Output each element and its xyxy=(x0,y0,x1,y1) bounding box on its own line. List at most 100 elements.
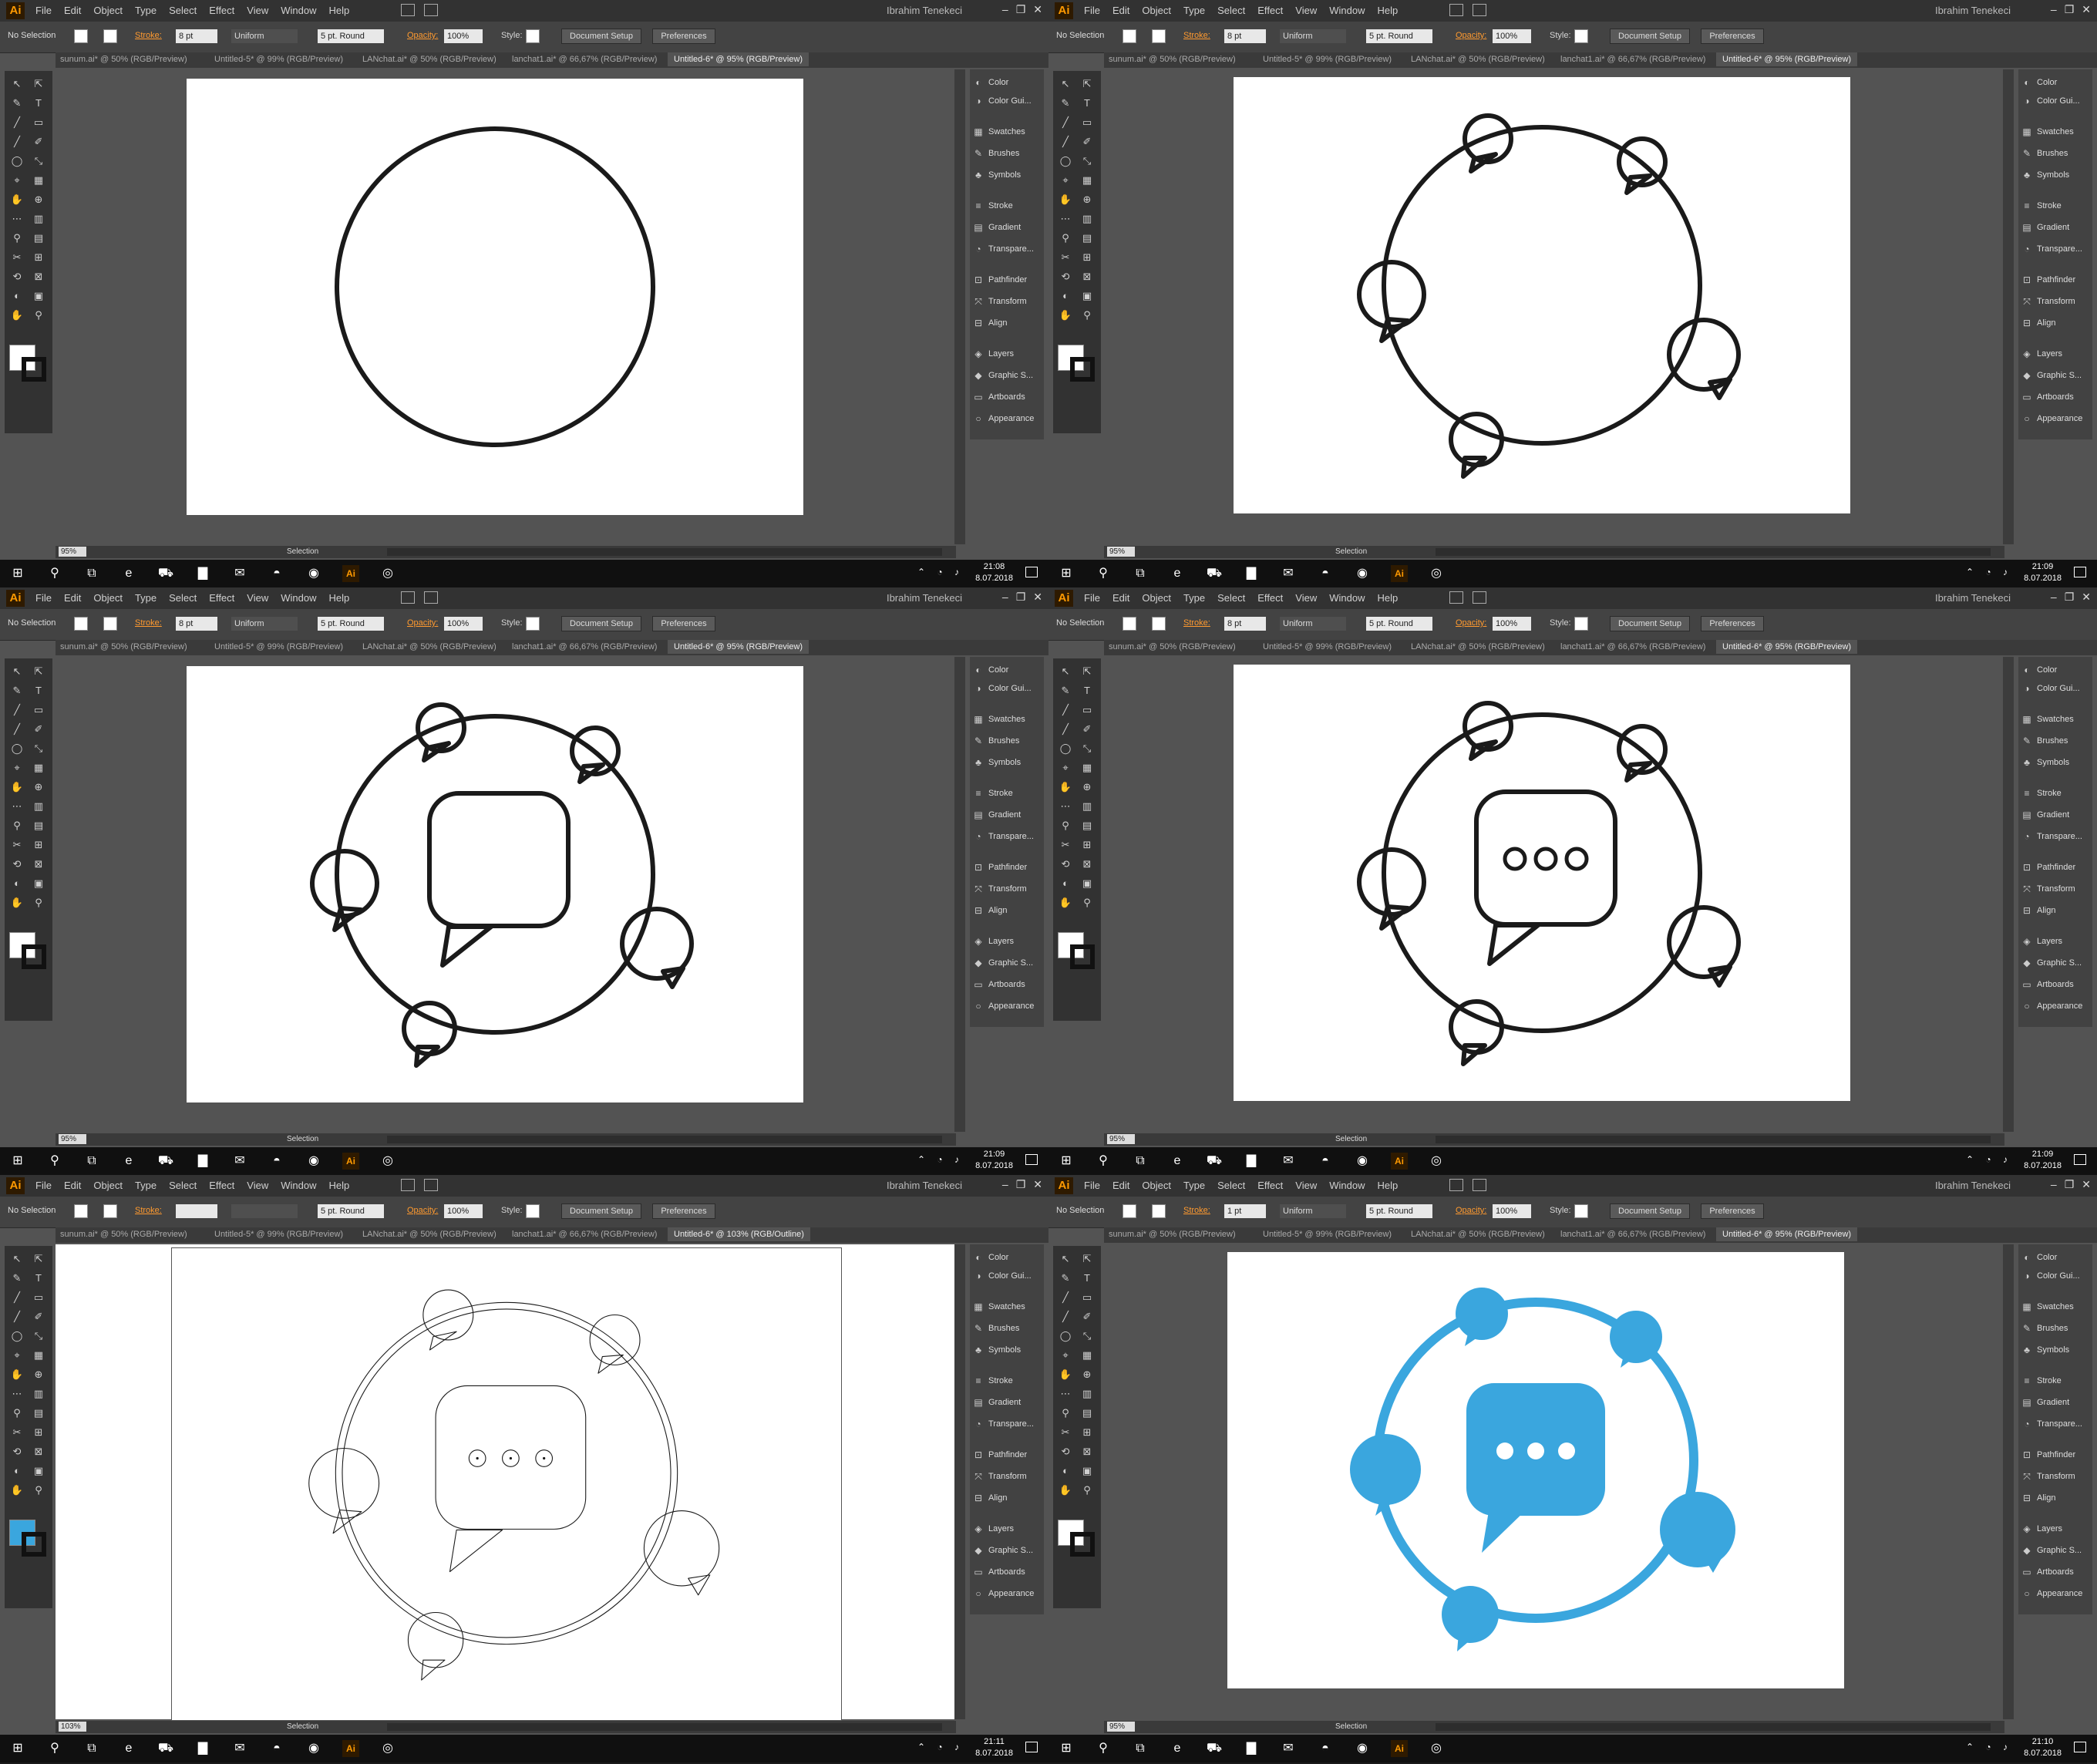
graphic-style-swatch[interactable] xyxy=(526,617,540,631)
tool-icon[interactable]: ⤡ xyxy=(1079,1329,1095,1343)
dock-stroke[interactable]: ≡ Stroke xyxy=(973,785,1041,802)
taskbar-app-icon[interactable]: e xyxy=(120,1740,137,1757)
menu-view[interactable]: View xyxy=(1295,1180,1317,1191)
user-name[interactable]: Ibrahim Tenekeci xyxy=(1935,5,2011,16)
current-tool-status[interactable]: Selection xyxy=(1335,1722,1367,1731)
minimize-button[interactable]: – xyxy=(2051,3,2057,16)
system-tray[interactable]: ⌃ ◔ ♪ xyxy=(917,1742,964,1752)
tool-icon[interactable]: ╱ xyxy=(9,1310,25,1324)
dock-artboards[interactable]: ▭ Artboards xyxy=(973,1564,1041,1581)
dock-brushes[interactable]: ✎ Brushes xyxy=(973,732,1041,749)
canvas-area[interactable] xyxy=(56,657,956,1132)
taskbar-clock[interactable]: 21:09 8.07.2018 xyxy=(2024,1149,2062,1172)
system-tray[interactable]: ⌃ ◔ ♪ xyxy=(1966,567,2012,577)
tool-icon[interactable]: ↖ xyxy=(1058,1252,1073,1266)
taskbar-app-icon[interactable]: ◉ xyxy=(305,565,322,582)
artboard[interactable] xyxy=(187,79,803,515)
stroke-label[interactable]: Stroke: xyxy=(135,1206,162,1215)
tool-icon[interactable]: ⟲ xyxy=(9,857,25,871)
maximize-button[interactable]: ❐ xyxy=(1016,1178,1026,1191)
dock-gradient[interactable]: ▤ Gradient xyxy=(973,806,1041,823)
tool-icon[interactable]: ↖ xyxy=(9,665,25,678)
dock-align[interactable]: ⊟ Align xyxy=(2021,902,2089,919)
dock-appearance[interactable]: ○ Appearance xyxy=(973,998,1041,1015)
system-tray[interactable]: ⌃ ◔ ♪ xyxy=(917,1154,964,1165)
menu-type[interactable]: Type xyxy=(135,1180,157,1191)
tool-icon[interactable]: ✋ xyxy=(1058,193,1073,207)
close-button[interactable]: ✕ xyxy=(2082,3,2091,16)
tool-icon[interactable]: ⟲ xyxy=(1058,1445,1073,1459)
tool-icon[interactable]: ✋ xyxy=(9,308,25,322)
tool-icon[interactable]: T xyxy=(1079,1271,1095,1285)
dock-pathfinder[interactable]: ⊡ Pathfinder xyxy=(2021,859,2089,876)
tool-icon[interactable]: ↖ xyxy=(9,77,25,91)
tool-icon[interactable]: ✎ xyxy=(1058,1271,1073,1285)
minimize-button[interactable]: – xyxy=(1002,591,1008,604)
dock-appearance[interactable]: ○ Appearance xyxy=(973,410,1041,427)
tool-icon[interactable]: ⊞ xyxy=(1079,251,1095,264)
maximize-button[interactable]: ❐ xyxy=(1016,3,1026,16)
tool-icon[interactable]: ⟲ xyxy=(9,1445,25,1459)
variable-width-profile[interactable]: Uniform xyxy=(231,617,298,631)
taskbar-app-icon[interactable]: Ai xyxy=(1391,1740,1408,1757)
dock-brushes[interactable]: ✎ Brushes xyxy=(2021,1320,2089,1337)
network-ring[interactable] xyxy=(335,714,655,1035)
fill-stroke-widget[interactable] xyxy=(1058,345,1096,383)
opacity-label[interactable]: Opacity: xyxy=(407,31,438,40)
taskbar-app-icon[interactable]: e xyxy=(120,1153,137,1170)
tool-icon[interactable]: ╱ xyxy=(1058,722,1073,736)
tool-icon[interactable]: ⌖ xyxy=(9,1348,25,1362)
menu-file[interactable]: File xyxy=(35,1180,52,1191)
dock-graphic-s[interactable]: ◆ Graphic S... xyxy=(973,1542,1041,1559)
stroke-weight-field[interactable] xyxy=(176,1204,217,1218)
chat-bubble-3[interactable] xyxy=(1357,847,1426,931)
tool-icon[interactable]: ⋯ xyxy=(9,1387,25,1401)
tool-icon[interactable]: ◯ xyxy=(1058,154,1073,168)
horizontal-scrollbar[interactable] xyxy=(1436,1136,1991,1143)
menu-help[interactable]: Help xyxy=(1377,1180,1398,1191)
variable-width-profile[interactable]: Uniform xyxy=(231,29,298,43)
dock-artboards[interactable]: ▭ Artboards xyxy=(973,389,1041,406)
tool-icon[interactable]: ╱ xyxy=(1058,135,1073,149)
opacity-field[interactable]: 100% xyxy=(1493,617,1531,631)
dock-color[interactable]: ◐ Color xyxy=(2021,1249,2089,1266)
canvas-area[interactable] xyxy=(56,69,956,544)
tool-icon[interactable]: ✋ xyxy=(1058,1483,1073,1497)
dock-transpare[interactable]: ◔ Transpare... xyxy=(973,1416,1041,1432)
tool-icon[interactable]: ⤡ xyxy=(1079,154,1095,168)
menu-window[interactable]: Window xyxy=(1329,5,1365,16)
document-tab-1[interactable]: sunum.ai* @ 50% (RGB/Preview) xyxy=(60,642,187,651)
dock-color-gui[interactable]: ◑ Color Gui... xyxy=(973,93,1041,109)
fill-stroke-widget[interactable] xyxy=(9,1520,48,1558)
chat-bubble-2[interactable] xyxy=(589,1314,641,1374)
dock-symbols[interactable]: ♣ Symbols xyxy=(2021,1342,2089,1358)
tool-icon[interactable]: ⊞ xyxy=(31,251,46,264)
opacity-label[interactable]: Opacity: xyxy=(1456,1206,1486,1215)
variable-width-profile[interactable]: Uniform xyxy=(1280,617,1346,631)
document-setup-button[interactable]: Document Setup xyxy=(561,616,641,631)
tool-icon[interactable]: ⚲ xyxy=(31,308,46,322)
dock-artboards[interactable]: ▭ Artboards xyxy=(2021,389,2089,406)
stroke-weight-field[interactable]: 1 pt xyxy=(1224,1204,1266,1218)
preferences-button[interactable]: Preferences xyxy=(652,616,715,631)
tool-icon[interactable]: ✂ xyxy=(1058,1426,1073,1439)
document-tab-2[interactable]: Untitled-5* @ 99% (RGB/Preview) xyxy=(214,55,343,64)
tool-icon[interactable]: ⇱ xyxy=(1079,1252,1095,1266)
menu-view[interactable]: View xyxy=(1295,592,1317,604)
bridge-icon[interactable] xyxy=(401,1179,415,1191)
dock-align[interactable]: ⊟ Align xyxy=(2021,315,2089,332)
taskbar-app-icon[interactable]: ◎ xyxy=(379,1740,396,1757)
tool-icon[interactable]: ▥ xyxy=(1079,1387,1095,1401)
zoom-field[interactable]: 95% xyxy=(1107,547,1135,557)
taskbar-clock[interactable]: 21:11 8.07.2018 xyxy=(975,1736,1013,1759)
tool-icon[interactable]: ✋ xyxy=(1058,308,1073,322)
dock-appearance[interactable]: ○ Appearance xyxy=(2021,410,2089,427)
zoom-field[interactable]: 95% xyxy=(59,547,86,557)
tool-icon[interactable]: ✋ xyxy=(9,780,25,794)
tool-icon[interactable]: ⋯ xyxy=(9,800,25,813)
graphic-style-swatch[interactable] xyxy=(1574,29,1588,43)
document-tab-3[interactable]: LANchat.ai* @ 50% (RGB/Preview) xyxy=(362,642,496,651)
dock-color[interactable]: ◐ Color xyxy=(2021,662,2089,678)
tool-icon[interactable]: ⊕ xyxy=(1079,780,1095,794)
tool-icon[interactable]: ◯ xyxy=(1058,742,1073,756)
